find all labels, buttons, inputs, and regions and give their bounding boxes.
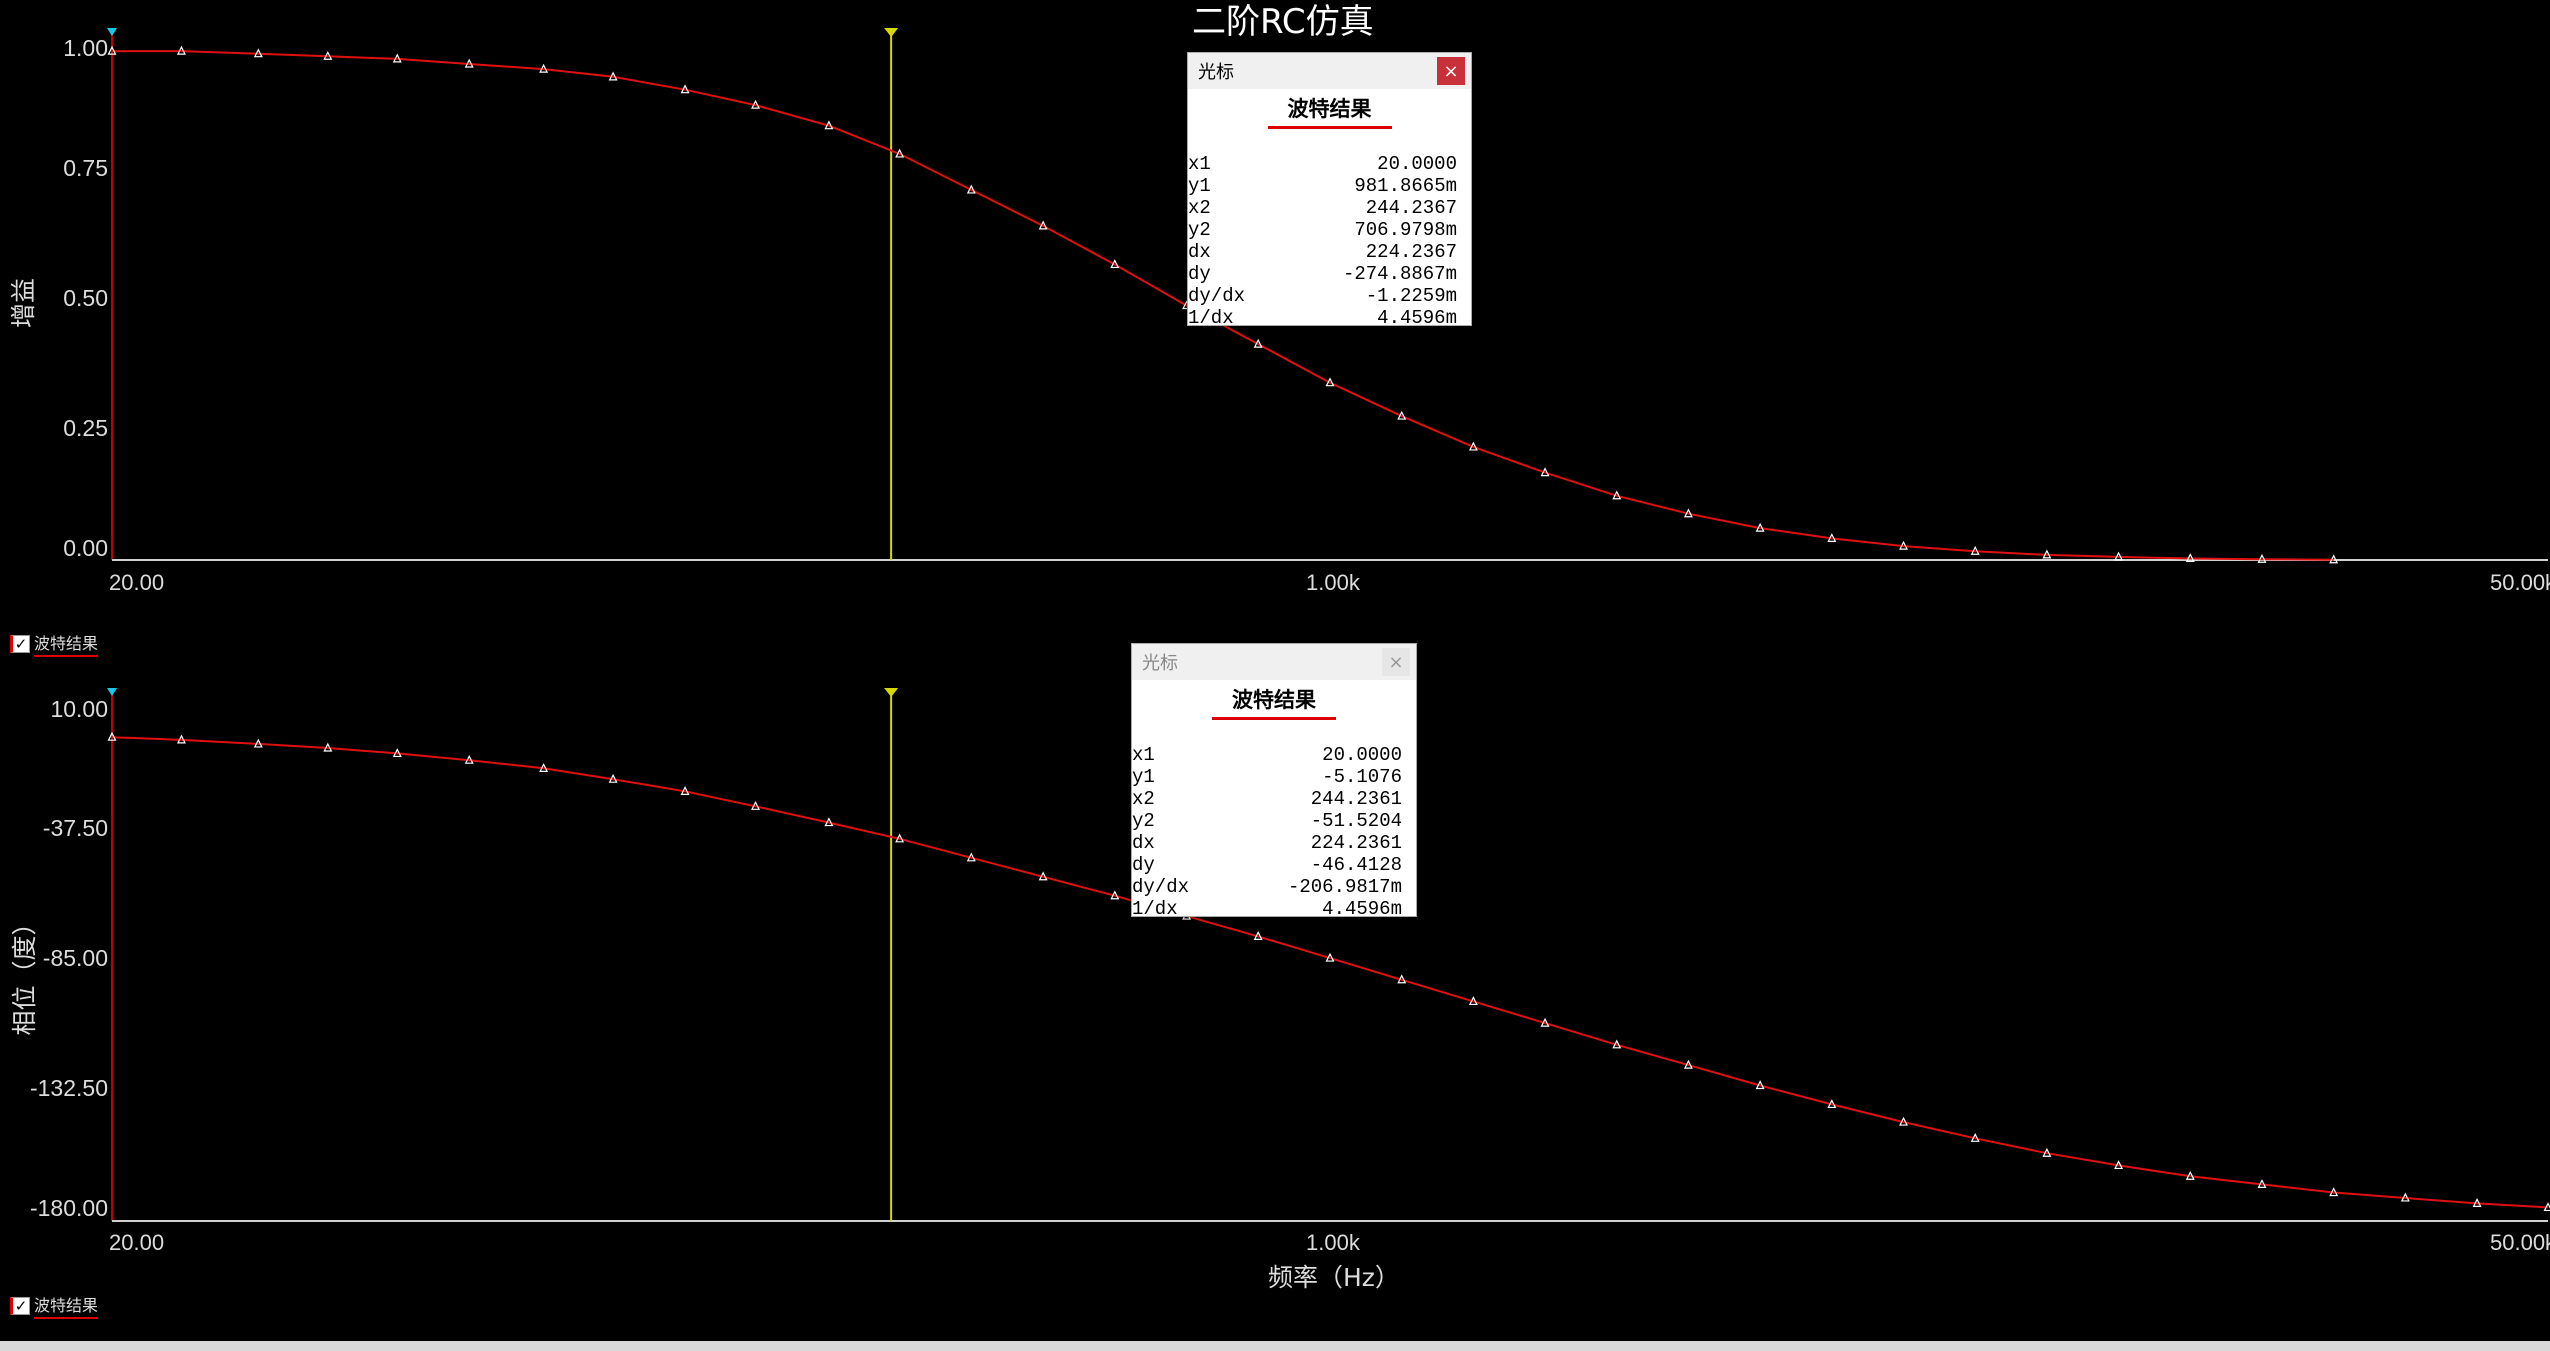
cursor-key: x1	[1132, 744, 1155, 766]
table-row: y2 706.9798m	[1188, 219, 1471, 241]
phase-xtick-label: 1.00k	[1306, 1230, 1360, 1255]
cursor-values-table: x1 20.0000 y1 981.8665m x2 244.2367 y2 706.9…	[1188, 153, 1471, 329]
gain-xtick-label: 1.00k	[1306, 570, 1360, 595]
table-row: x1 20.0000	[1132, 744, 1416, 766]
table-row: dy/dx -206.9817m	[1132, 876, 1416, 898]
table-row: x1 20.0000	[1188, 153, 1471, 175]
cursor-value: -1.2259m	[1365, 285, 1457, 307]
cursor-value: 4.4596m	[1377, 307, 1457, 329]
gain-ytick-label: 0.00	[63, 535, 108, 561]
cursor-value: 706.9798m	[1354, 219, 1457, 241]
gain-ylabel: 增益	[9, 278, 38, 329]
cursor-key: dy	[1132, 854, 1155, 876]
close-icon[interactable]: ×	[1437, 57, 1465, 85]
gain-ytick-label: 1.00	[63, 35, 108, 61]
cursor-value: 4.4596m	[1322, 898, 1402, 920]
cursor-trace-label: 波特结果	[1212, 684, 1336, 720]
cursor-key: x2	[1188, 197, 1211, 219]
cursor-panel-gain: 光标 × 波特结果 x1 20.0000 y1 981.8665m x2 244.23…	[1187, 52, 1472, 329]
gain-xtick-label: 20.00	[109, 570, 165, 595]
chart-title: 二阶RC仿真	[1192, 2, 1374, 42]
cursor-panel-phase: 光标 × 波特结果 x1 20.0000 y1 -5.1076 x2 244.2361…	[1131, 643, 1417, 920]
cursor-value: -5.1076	[1322, 766, 1402, 788]
table-row: dy/dx -1.2259m	[1188, 285, 1471, 307]
cursor-value: 224.2361	[1310, 832, 1402, 854]
cursor-key: x2	[1132, 788, 1155, 810]
cursor-key: dy	[1188, 263, 1211, 285]
phase-xtick-label: 50.00k	[2490, 1230, 2550, 1255]
cursor-key: 1/dx	[1132, 898, 1178, 920]
cursor-value: 20.0000	[1322, 744, 1402, 766]
phase-xtick-label: 20.00	[109, 1230, 165, 1255]
cursor-panel-header[interactable]: 光标 ×	[1188, 53, 1471, 89]
cursor-key: dx	[1188, 241, 1211, 263]
phase-ytick-label: 10.00	[50, 696, 108, 722]
phase-ytick-label: -132.50	[29, 1075, 108, 1101]
cursor-key: x1	[1188, 153, 1211, 175]
cursor-trace-name: 波特结果	[1132, 684, 1416, 720]
cursor-values-table: x1 20.0000 y1 -5.1076 x2 244.2361 y2 -51.520…	[1132, 744, 1416, 920]
phase-xlabel: 频率（Hz）	[1268, 1263, 1400, 1292]
phase-ytick-label: -85.00	[42, 945, 108, 971]
table-row: x2 244.2367	[1188, 197, 1471, 219]
table-row: dx 224.2361	[1132, 832, 1416, 854]
gain-ytick-label: 0.50	[63, 285, 108, 311]
cursor-value: -206.9817m	[1287, 876, 1402, 898]
gain-ytick-label: 0.75	[63, 155, 108, 181]
table-row: 1/dx 4.4596m	[1132, 898, 1416, 920]
table-row: dy -46.4128	[1132, 854, 1416, 876]
cursor-value: 20.0000	[1377, 153, 1457, 175]
cursor-1-marker	[107, 28, 117, 36]
table-row: y1 -5.1076	[1132, 766, 1416, 788]
cursor-key: dy/dx	[1188, 285, 1246, 307]
gain-ytick-label: 0.25	[63, 415, 108, 441]
cursor-key: dx	[1132, 832, 1155, 854]
legend-label: 波特结果	[34, 1292, 99, 1319]
cursor-key: y1	[1132, 766, 1155, 788]
cursor-1-marker	[107, 688, 117, 696]
cursor-key: y2	[1132, 810, 1155, 832]
cursor-trace-name: 波特结果	[1188, 93, 1471, 129]
table-row: dy -274.8867m	[1188, 263, 1471, 285]
phase-ytick-label: -37.50	[42, 815, 108, 841]
legend-label: 波特结果	[34, 630, 99, 657]
gain-legend[interactable]: ✓ 波特结果	[10, 630, 99, 657]
cursor-value: 244.2361	[1310, 788, 1402, 810]
cursor-key: y2	[1188, 219, 1211, 241]
table-row: y2 -51.5204	[1132, 810, 1416, 832]
gain-xtick-label: 50.00k	[2490, 570, 2550, 595]
cursor-2-marker	[884, 28, 899, 37]
cursor-value: -51.5204	[1310, 810, 1402, 832]
window-bottom-strip	[0, 1341, 2550, 1351]
cursor-key: 1/dx	[1188, 307, 1234, 329]
legend-checkbox[interactable]: ✓	[10, 1296, 30, 1315]
table-row: y1 981.8665m	[1188, 175, 1471, 197]
cursor-value: -274.8867m	[1342, 263, 1457, 285]
cursor-panel-title: 光标	[1198, 62, 1234, 83]
cursor-value: 244.2367	[1365, 197, 1457, 219]
cursor-panel-header[interactable]: 光标 ×	[1132, 644, 1416, 680]
cursor-panel-title: 光标	[1142, 653, 1178, 674]
phase-ylabel: 相位（度）	[10, 910, 39, 1036]
cursor-trace-label: 波特结果	[1267, 93, 1392, 129]
cursor-key: y1	[1188, 175, 1211, 197]
cursor-2-marker	[884, 688, 899, 697]
cursor-key: dy/dx	[1132, 876, 1190, 898]
cursor-value: -46.4128	[1310, 854, 1402, 876]
phase-ytick-label: -180.00	[29, 1195, 108, 1221]
legend-checkbox[interactable]: ✓	[10, 634, 30, 653]
close-icon[interactable]: ×	[1382, 648, 1410, 676]
phase-legend[interactable]: ✓ 波特结果	[10, 1292, 99, 1319]
cursor-value: 981.8665m	[1354, 175, 1457, 197]
table-row: dx 224.2367	[1188, 241, 1471, 263]
table-row: 1/dx 4.4596m	[1188, 307, 1471, 329]
cursor-value: 224.2367	[1365, 241, 1457, 263]
table-row: x2 244.2361	[1132, 788, 1416, 810]
